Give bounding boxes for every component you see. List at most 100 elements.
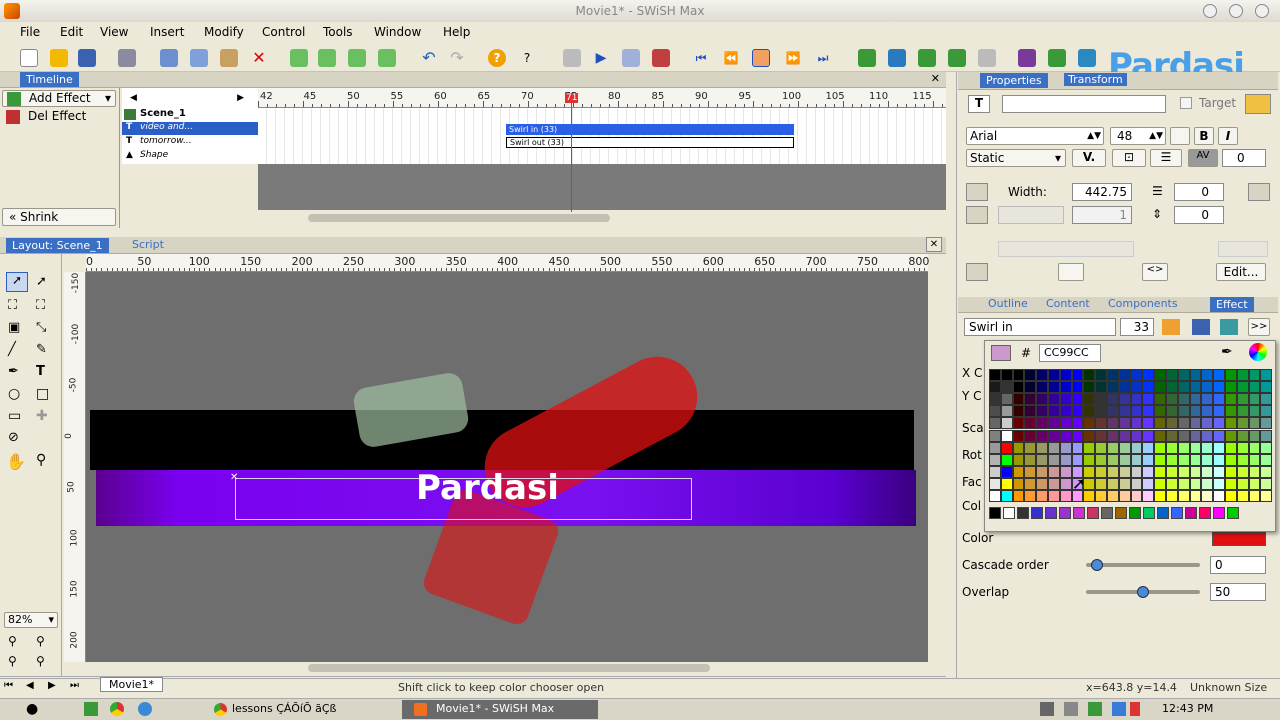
- ie-icon[interactable]: [138, 702, 152, 716]
- color-cell[interactable]: [1130, 490, 1143, 503]
- indent-input[interactable]: 0: [1174, 206, 1224, 224]
- color-cell[interactable]: [1024, 453, 1037, 466]
- var-field[interactable]: [1218, 241, 1268, 257]
- color-cell[interactable]: [1213, 381, 1225, 394]
- color-cell[interactable]: [1012, 465, 1025, 478]
- color-cell[interactable]: [1248, 369, 1261, 382]
- redo-icon[interactable]: ↷: [448, 49, 466, 67]
- color-cell[interactable]: [1071, 369, 1084, 382]
- subselect-tool-icon[interactable]: ➚: [36, 274, 47, 289]
- color-cell[interactable]: [1142, 477, 1155, 490]
- code-button[interactable]: <>: [1142, 263, 1168, 281]
- first-frame-icon[interactable]: ⏮: [692, 49, 710, 67]
- color-grid[interactable]: [989, 369, 1273, 503]
- font-style-button[interactable]: [1170, 127, 1190, 145]
- color-cell[interactable]: [1248, 441, 1261, 454]
- basic-color-cell[interactable]: [1045, 507, 1057, 519]
- color-cell[interactable]: [1107, 393, 1119, 406]
- selection-handle[interactable]: ✕: [230, 472, 238, 483]
- color-cell[interactable]: [1130, 417, 1143, 430]
- color-cell[interactable]: [1000, 369, 1013, 382]
- step-icon[interactable]: [652, 49, 670, 67]
- color-cell[interactable]: [1166, 465, 1178, 478]
- align-button[interactable]: ☰: [1150, 149, 1182, 167]
- color-cell[interactable]: [1166, 477, 1178, 490]
- bold-button[interactable]: B: [1194, 127, 1214, 145]
- color-cell[interactable]: [1083, 429, 1096, 442]
- line-value-input[interactable]: 1: [1072, 206, 1132, 224]
- color-cell[interactable]: [1000, 405, 1013, 418]
- basic-color-cell[interactable]: [1003, 507, 1015, 519]
- color-cell[interactable]: [1260, 429, 1273, 442]
- cut-icon[interactable]: [160, 49, 178, 67]
- color-cell[interactable]: [1177, 393, 1190, 406]
- color-swatch-button[interactable]: [1212, 532, 1266, 546]
- color-cell[interactable]: [1071, 393, 1084, 406]
- basic-color-cell[interactable]: [1017, 507, 1029, 519]
- color-cell[interactable]: [1107, 490, 1119, 503]
- color-cell[interactable]: [989, 417, 1001, 430]
- tab-transform[interactable]: Transform: [1064, 73, 1127, 86]
- color-cell[interactable]: [1248, 405, 1261, 418]
- color-cell[interactable]: [1225, 490, 1237, 503]
- color-cell[interactable]: [1142, 369, 1155, 382]
- color-cell[interactable]: [1000, 465, 1013, 478]
- insert-image-icon[interactable]: [948, 49, 966, 67]
- stop-icon[interactable]: [563, 49, 581, 67]
- color-cell[interactable]: [1225, 405, 1237, 418]
- color-cell[interactable]: [989, 477, 1001, 490]
- color-cell[interactable]: [1154, 477, 1166, 490]
- color-cell[interactable]: [1189, 453, 1202, 466]
- color-cell[interactable]: [1071, 441, 1084, 454]
- color-cell[interactable]: [1166, 441, 1178, 454]
- play-pause-icon[interactable]: [752, 49, 770, 67]
- color-cell[interactable]: [1000, 453, 1013, 466]
- color-cell[interactable]: [1095, 417, 1107, 430]
- color-cell[interactable]: [1036, 405, 1048, 418]
- color-cell[interactable]: [1012, 441, 1025, 454]
- text-type-select[interactable]: Static ▾: [966, 149, 1066, 167]
- link-button[interactable]: [1058, 263, 1084, 281]
- line-select[interactable]: [998, 206, 1064, 224]
- scene-row[interactable]: Scene_1: [122, 108, 258, 121]
- color-cell[interactable]: [1095, 453, 1107, 466]
- rectangle-tool-icon[interactable]: □: [36, 386, 49, 402]
- color-cell[interactable]: [1177, 429, 1190, 442]
- color-cell[interactable]: [1201, 429, 1214, 442]
- color-cell[interactable]: [1048, 369, 1060, 382]
- stage[interactable]: ✕ Pardasi: [86, 272, 928, 662]
- component-tool-icon[interactable]: ✚: [36, 408, 48, 424]
- color-cell[interactable]: [1071, 417, 1084, 430]
- color-cell[interactable]: [1213, 441, 1225, 454]
- color-cell[interactable]: [1000, 441, 1013, 454]
- menu-edit[interactable]: Edit: [60, 25, 83, 39]
- send-back-icon[interactable]: [378, 49, 396, 67]
- color-cell[interactable]: [1213, 417, 1225, 430]
- color-cell[interactable]: [1095, 477, 1107, 490]
- color-cell[interactable]: [1213, 369, 1225, 382]
- start-apple-icon[interactable]: ●: [26, 701, 38, 717]
- pencil-tool-icon[interactable]: ✎: [36, 342, 47, 357]
- insert-shape-icon[interactable]: [888, 49, 906, 67]
- color-cell[interactable]: [1024, 465, 1037, 478]
- color-cell[interactable]: [1142, 465, 1155, 478]
- color-cell[interactable]: [1236, 429, 1249, 442]
- color-cell[interactable]: [1166, 405, 1178, 418]
- edit-target-icon[interactable]: [1245, 94, 1271, 114]
- basic-color-cell[interactable]: [989, 507, 1001, 519]
- color-cell[interactable]: [1059, 465, 1072, 478]
- color-cell[interactable]: [1036, 417, 1048, 430]
- color-cell[interactable]: [1095, 441, 1107, 454]
- color-cell[interactable]: [1142, 417, 1155, 430]
- color-cell[interactable]: [1048, 381, 1060, 394]
- layer-row[interactable]: T video and...: [122, 122, 258, 135]
- color-cell[interactable]: [989, 453, 1001, 466]
- color-cell[interactable]: [1036, 490, 1048, 503]
- color-cell[interactable]: [1036, 429, 1048, 442]
- color-cell[interactable]: [1048, 429, 1060, 442]
- color-cell[interactable]: [1142, 453, 1155, 466]
- color-cell[interactable]: [1036, 441, 1048, 454]
- prev-frame-icon[interactable]: ⏪: [722, 49, 740, 67]
- color-cell[interactable]: [1048, 453, 1060, 466]
- color-cell[interactable]: [1154, 490, 1166, 503]
